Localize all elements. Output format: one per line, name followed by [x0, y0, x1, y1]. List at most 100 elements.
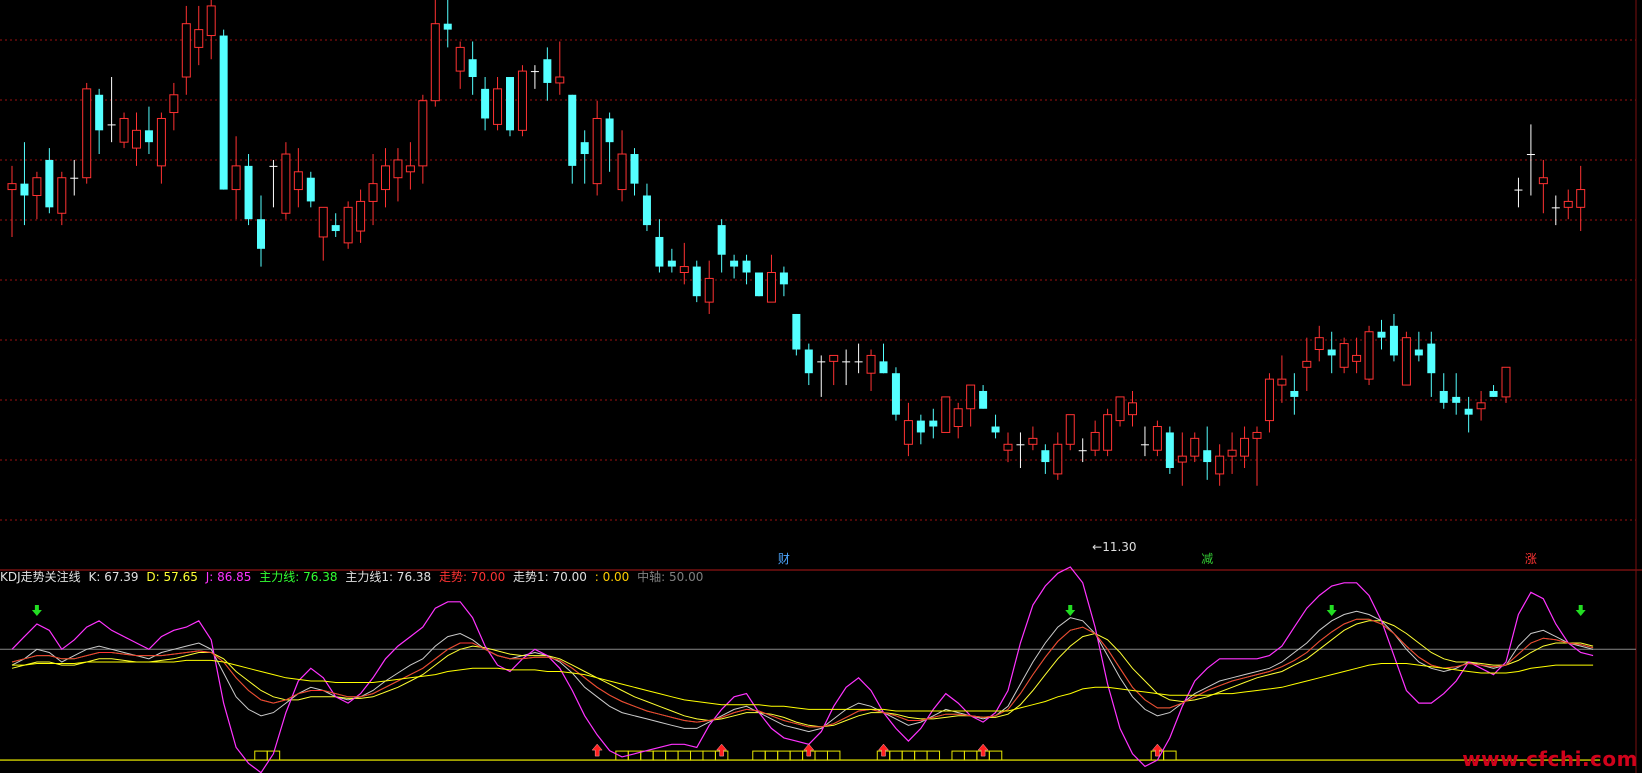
- candle-body: [368, 183, 378, 202]
- candle-body: [1464, 408, 1473, 415]
- kline-chart: 财 减 涨 ←11.30: [0, 0, 1642, 773]
- candle-body: [381, 165, 390, 191]
- candle-body: [916, 420, 925, 433]
- candle-body: [617, 153, 627, 191]
- candle-body: [1215, 455, 1225, 475]
- indicator-header: KDJ走势关注线 K: 67.39 D: 57.65 J: 86.85 主力线:…: [0, 568, 707, 586]
- candle-body: [1538, 177, 1548, 185]
- candle-body: [1128, 402, 1137, 416]
- candle-body: [70, 177, 79, 179]
- candle-body: [57, 177, 67, 214]
- candle-body: [20, 183, 29, 196]
- signal-bar: [826, 750, 841, 761]
- signal-bar: [789, 750, 804, 761]
- candle-body: [393, 159, 403, 179]
- event-marker: 财: [778, 552, 790, 566]
- signal-bar: [988, 750, 1003, 761]
- candle-body: [953, 408, 963, 428]
- buy-arrow: [977, 743, 989, 757]
- candle-body: [667, 260, 676, 267]
- candle-body: [580, 142, 589, 155]
- series-主力线: [11, 618, 1594, 728]
- candle-body: [107, 124, 116, 126]
- legend-main1: 主力线1: 76.38: [345, 570, 432, 584]
- event-markers: 财 减 涨 ←11.30: [778, 540, 1537, 566]
- candle-body: [1041, 450, 1050, 463]
- candle-body: [468, 59, 477, 78]
- signal-bar: [254, 750, 268, 761]
- signal-bar: [764, 750, 779, 761]
- candle-body: [269, 165, 278, 167]
- candle-body: [418, 100, 428, 167]
- candle-body: [244, 165, 253, 220]
- candle-body: [493, 88, 503, 125]
- series-J: [11, 566, 1594, 773]
- signal-bar: [814, 750, 828, 761]
- candle-body: [405, 165, 415, 173]
- candle-body: [1452, 396, 1461, 403]
- candle-body: [1103, 414, 1113, 451]
- candle-body: [717, 225, 726, 255]
- signal-bar: [652, 750, 667, 761]
- buy-arrow: [591, 743, 603, 757]
- candle-body: [1053, 443, 1063, 475]
- signal-bar: [926, 750, 941, 761]
- candle-body: [1016, 444, 1025, 446]
- candle-body: [792, 313, 801, 350]
- candle-body: [1140, 444, 1149, 446]
- candle-body: [642, 195, 651, 226]
- candle-body: [32, 177, 42, 196]
- candle-body: [891, 373, 900, 415]
- candle-body: [679, 266, 689, 273]
- candle-body: [979, 390, 988, 409]
- candle-body: [1177, 455, 1187, 463]
- candle-body: [1277, 378, 1287, 386]
- candle-body: [343, 206, 353, 244]
- candle-body: [1389, 325, 1398, 356]
- candle-body: [1551, 207, 1560, 209]
- candle-body: [605, 118, 614, 143]
- candle-body: [1152, 426, 1162, 451]
- legend-trend: 走势: 70.00: [439, 570, 506, 584]
- candle-body: [231, 165, 241, 191]
- candle-body: [755, 272, 763, 297]
- signal-bar: [951, 750, 965, 761]
- candle-body: [1526, 154, 1535, 156]
- indicator-title: KDJ走势关注线: [0, 570, 81, 584]
- candle-body: [879, 361, 888, 374]
- candle-body: [455, 46, 465, 72]
- signal-bar: [1163, 750, 1177, 761]
- candle-body: [1439, 390, 1448, 403]
- candle-body: [929, 420, 938, 427]
- candle-body: [82, 88, 92, 179]
- candle-body: [842, 361, 851, 363]
- signal-bar: [914, 750, 928, 761]
- candle-body: [1364, 331, 1374, 380]
- candle-body: [543, 59, 552, 83]
- candle-body: [1576, 189, 1586, 208]
- candle-body: [991, 426, 1000, 433]
- series-中轴: [12, 659, 1594, 712]
- candle-body: [1401, 337, 1411, 386]
- watermark: www.cfchi.com: [1462, 747, 1638, 771]
- candle-body: [1227, 449, 1237, 457]
- candle-body: [1264, 378, 1274, 422]
- signal-bar: [901, 750, 916, 761]
- candle-body: [766, 272, 776, 303]
- series-主力线1: [11, 618, 1594, 728]
- candle-body: [655, 236, 664, 267]
- price-gridlines: [0, 39, 1636, 521]
- legend-d: D: 57.65: [146, 570, 198, 584]
- buy-arrow: [803, 743, 815, 757]
- candle-body: [281, 153, 291, 214]
- sell-arrow: [1575, 605, 1586, 616]
- candle-body: [306, 177, 315, 202]
- candle-body: [1489, 390, 1498, 397]
- candle-body: [1476, 402, 1486, 410]
- legend-zero: : 0.00: [594, 570, 630, 584]
- candle-body: [1327, 349, 1336, 356]
- signal-bar: [702, 750, 716, 761]
- signal-bar: [889, 750, 903, 761]
- candle-body: [1427, 343, 1436, 374]
- candle-body: [530, 71, 539, 73]
